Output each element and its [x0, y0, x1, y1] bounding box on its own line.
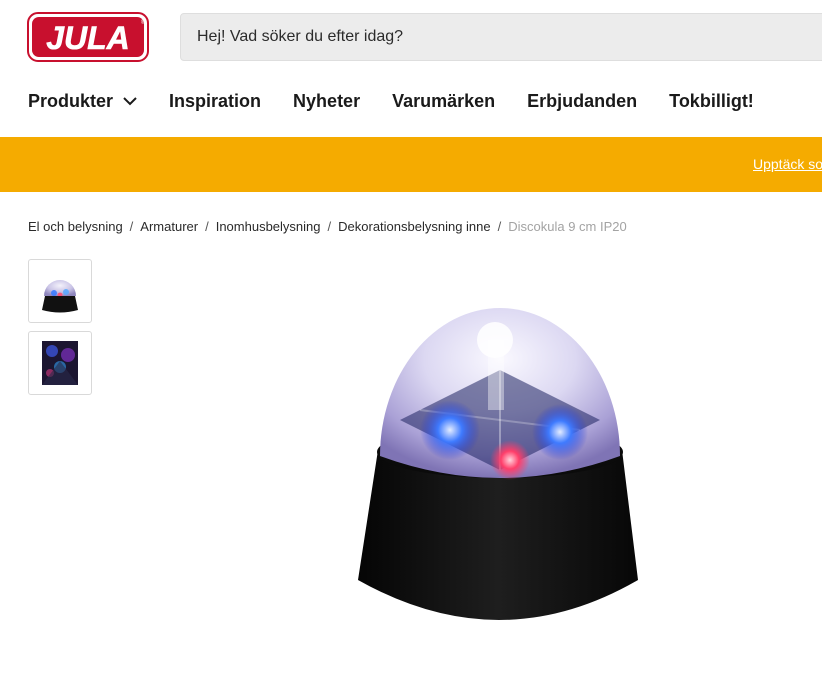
nav-item-inspiration[interactable]: Inspiration	[169, 91, 261, 112]
breadcrumb-item[interactable]: Inomhusbelysning	[216, 219, 321, 234]
breadcrumb-item[interactable]: Dekorationsbelysning inne	[338, 219, 490, 234]
nav-item-erbjudanden[interactable]: Erbjudanden	[527, 91, 637, 112]
breadcrumb-separator: /	[327, 218, 332, 234]
nav-item-nyheter[interactable]: Nyheter	[293, 91, 360, 112]
svg-text:JULA: JULA	[46, 20, 130, 56]
product-thumbnail[interactable]	[28, 259, 92, 323]
disco-ball-thumbnail-image	[42, 280, 78, 313]
breadcrumb-separator: /	[205, 218, 209, 234]
breadcrumb: El och belysning / Armaturer / Inomhusbe…	[28, 217, 627, 235]
svg-text:®: ®	[141, 19, 146, 26]
breadcrumb-separator: /	[497, 218, 502, 234]
promo-banner: Upptäck so	[0, 137, 822, 192]
search-placeholder: Hej! Vad söker du efter idag?	[197, 28, 404, 45]
chevron-down-icon	[123, 97, 137, 106]
banner-link[interactable]: Upptäck so	[753, 156, 822, 172]
nav-item-tokbilligt[interactable]: Tokbilligt!	[669, 91, 754, 112]
breadcrumb-item[interactable]: Armaturer	[140, 219, 198, 234]
breadcrumb-current: Discokula 9 cm IP20	[508, 218, 627, 234]
disco-ball-in-use-thumbnail-image	[42, 341, 78, 385]
nav-item-varumarken[interactable]: Varumärken	[392, 91, 495, 112]
breadcrumb-separator: /	[129, 218, 134, 234]
search-field[interactable]: Hej! Vad söker du efter idag?	[180, 13, 822, 61]
product-thumbnail[interactable]	[28, 331, 92, 395]
nav-item-produkter[interactable]: Produkter	[28, 91, 137, 112]
site-header: JULA ® Hej! Vad söker du efter idag?	[0, 0, 822, 78]
product-main-image[interactable]	[350, 300, 650, 650]
breadcrumb-item[interactable]: El och belysning	[28, 219, 123, 234]
jula-logo[interactable]: JULA ®	[27, 12, 149, 62]
main-nav: Produkter Inspiration Nyheter Varumärken…	[28, 86, 786, 116]
